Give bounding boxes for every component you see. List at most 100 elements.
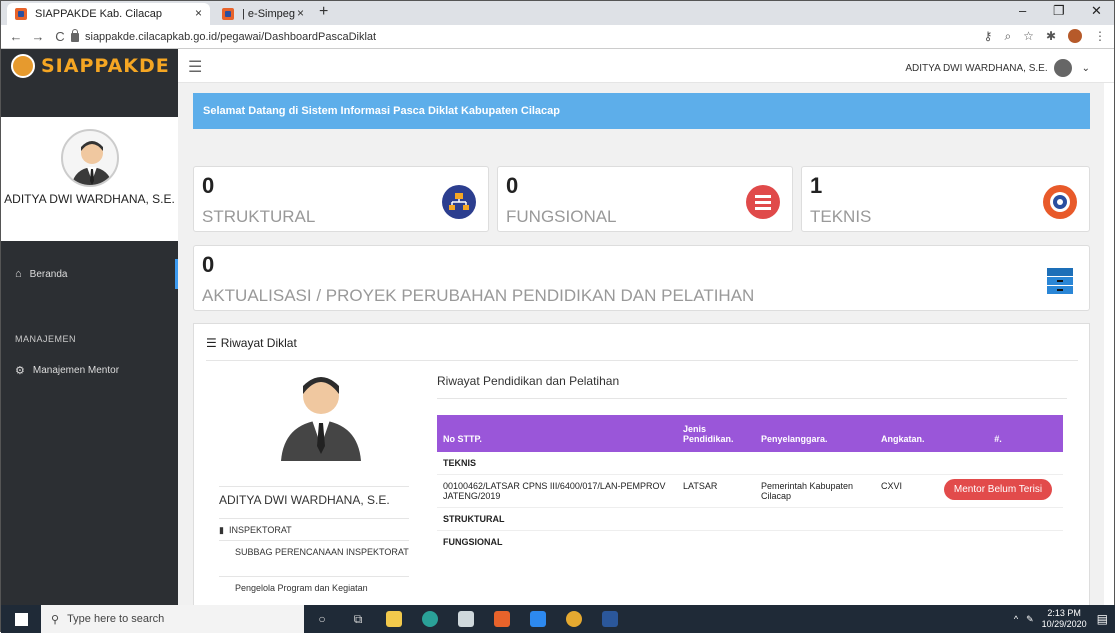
tab-siappakde[interactable]: SIAPPAKDE Kab. Cilacap × [7,3,210,25]
new-tab-button[interactable]: + [319,3,328,21]
gear-icon [1043,185,1077,219]
sidebar-item-label: Beranda [29,268,68,280]
stat-aktualisasi[interactable]: 0 AKTUALISASI / PROYEK PERUBAHAN PENDIDI… [193,245,1090,311]
table-row: 00100462/LATSAR CPNS III/6400/017/LAN-PE… [437,475,1063,508]
unit-line: ▮ INSPEKTORAT [219,518,409,536]
cell-jenis: LATSAR [683,481,718,491]
stat-number: 1 [810,173,823,198]
store-icon[interactable] [448,605,484,633]
profile-icon[interactable] [1068,29,1082,43]
mentor-button[interactable]: Mentor Belum Terisi [943,479,1053,500]
tab-strip: SIAPPAKDE Kab. Cilacap × | e-Simpeg × + … [1,1,1114,25]
extensions-icon[interactable]: ✱ [1046,29,1056,44]
edge-icon[interactable] [412,605,448,633]
welcome-banner: Selamat Datang di Sistem Informasi Pasca… [193,93,1090,129]
cortana-icon[interactable]: ○ [304,605,340,633]
col-header: No STTP. [443,434,482,444]
tab-esimpeg[interactable]: | e-Simpeg × [214,3,312,25]
user-menu[interactable]: ADITYA DWI WARDHANA, S.E. ⌄ [905,59,1090,77]
stat-number: 0 [506,173,519,198]
stat-struktural[interactable]: 0 STRUKTURAL [193,166,489,232]
cell-no-sttp: 00100462/LATSAR CPNS III/6400/017/LAN-PE… [443,481,666,501]
back-icon[interactable]: ← [9,29,23,44]
riwayat-panel: ☰ Riwayat Diklat ADITYA DWI WARDHANA, S.E… [193,323,1090,608]
panel-title: ☰ Riwayat Diklat [206,336,297,350]
stat-label: STRUKTURAL [202,207,316,226]
stat-label: FUNGSIONAL [506,207,617,226]
url-text: siappakde.cilacapkab.go.id/pegawai/Dashb… [85,31,377,43]
chevron-up-icon[interactable]: ^ [1014,614,1018,624]
table-header: No STTP. Jenis Pendidikan. Penyelanggara… [437,415,1063,452]
logo-text: SIAPPAKDE [41,55,170,77]
stat-number: 0 [202,173,215,198]
col-header: Jenis Pendidikan. [683,424,734,444]
sidebar-section-label: MANAJEMEN [15,334,77,344]
key-icon[interactable]: ⚷ [984,29,993,44]
app-header: ☰ ADITYA DWI WARDHANA, S.E. ⌄ [178,49,1114,83]
minimize-button[interactable]: – [1019,3,1026,18]
file-explorer-icon[interactable] [376,605,412,633]
reload-icon[interactable]: C [53,29,67,44]
app-icon[interactable] [484,605,520,633]
search-icon: ⚲ [51,613,60,626]
close-tab-icon[interactable]: × [195,6,202,20]
task-view-icon[interactable]: ⧉ [340,605,376,633]
profile-card: ADITYA DWI WARDHANA, S.E. [1,117,178,241]
group-row: FUNGSIONAL [437,531,1063,553]
taskbar-search[interactable]: ⚲ Type here to search [41,605,304,633]
home-icon: ⌂ [15,268,22,280]
chrome-icon[interactable] [556,605,592,633]
stat-fungsional[interactable]: 0 FUNGSIONAL [497,166,793,232]
windows-taskbar: ⚲ Type here to search ○ ⧉ ^ ✎ 2:13 PM 10… [1,605,1115,633]
menu-dots-icon[interactable]: ⋮ [1094,29,1106,44]
zoom-icon[interactable]: ⌕ [1004,29,1011,44]
archive-icon [1043,264,1077,298]
sidebar-item-label: Manajemen Mentor [32,364,120,376]
table-title: Riwayat Pendidikan dan Pelatihan [437,374,620,388]
address-bar[interactable]: siappakde.cilacapkab.go.id/pegawai/Dashb… [71,27,971,47]
browser-toolbar: ← → C siappakde.cilacapkab.go.id/pegawai… [1,25,1114,49]
windows-start-button[interactable] [1,605,41,633]
cell-angkatan: CXVI [881,481,903,491]
sidebar-item-mentor[interactable]: ⚙ Manajemen Mentor [1,355,178,385]
stat-label: TEKNIS [810,207,872,226]
profile-name: ADITYA DWI WARDHANA, S.E. [4,192,175,206]
app-logo[interactable]: SIAPPAKDE [1,49,178,83]
forward-icon[interactable]: → [31,29,45,44]
list-icon: ☰ [206,336,217,350]
restore-button[interactable]: ❐ [1053,3,1065,19]
clock[interactable]: 2:13 PM 10/29/2020 [1042,608,1087,630]
profile-name: ADITYA DWI WARDHANA, S.E. [219,486,409,507]
stat-label: AKTUALISASI / PROYEK PERUBAHAN PENDIDIKA… [202,286,755,305]
sidebar-item-beranda[interactable]: ⌂ Beranda [1,259,178,289]
site-favicon-icon [15,8,27,20]
group-row: TEKNIS [437,452,1063,475]
unit-text: INSPEKTORAT [228,525,292,535]
notifications-icon[interactable]: ▤ [1097,612,1108,626]
gears-icon: ⚙ [15,364,25,377]
group-row: STRUKTURAL [437,508,1063,531]
chevron-down-icon: ⌄ [1081,62,1090,74]
building-icon: ▮ [219,525,224,535]
cell-action: Mentor Belum Terisi [935,475,1055,507]
avatar [60,129,119,187]
mail-icon[interactable] [520,605,556,633]
pen-icon[interactable]: ✎ [1026,614,1034,625]
sitemap-icon [442,185,476,219]
group-label: STRUKTURAL [443,514,505,524]
position-line: Pengelola Program dan Kegiatan [219,576,409,593]
col-header: Penyelanggara. [761,434,828,444]
stat-teknis[interactable]: 1 TEKNIS [801,166,1090,232]
divider [206,360,1078,361]
mascot-icon [11,54,35,78]
bookmark-star-icon[interactable]: ☆ [1023,29,1034,44]
hamburger-menu-icon[interactable]: ☰ [188,57,202,77]
col-header: Angkatan. [881,434,925,444]
close-window-button[interactable]: ✕ [1091,3,1102,19]
riwayat-table: No STTP. Jenis Pendidikan. Penyelanggara… [437,415,1063,553]
word-icon[interactable] [592,605,628,633]
tab-label: | e-Simpeg [242,8,295,20]
main-content: Selamat Datang di Sistem Informasi Pasca… [178,83,1104,608]
close-tab-icon[interactable]: × [297,6,304,20]
tab-label: SIAPPAKDE Kab. Cilacap [35,8,162,20]
